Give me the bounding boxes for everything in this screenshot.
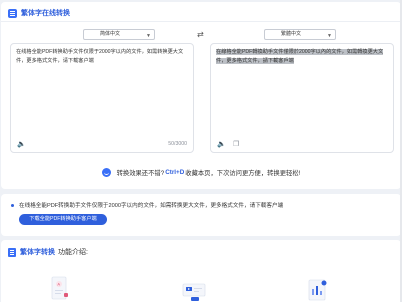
smile-icon: [101, 168, 111, 177]
features-title: 繁体字转换: [20, 249, 55, 256]
input-panel[interactable]: 在线格全能PDF转换助手文件仅限于2000字以内的文件，如需转换更大文件，更多格…: [10, 43, 194, 153]
char-count: 50/3000: [168, 141, 187, 147]
bullet-dot: [11, 204, 14, 207]
promo-shortcut: Ctrl+D: [165, 169, 185, 176]
promo-prefix: 转换效果还不错?: [116, 170, 165, 177]
video-illustration-icon: [182, 283, 206, 301]
output-panel: 在線格全能PDF轉換助手文件僅限於2000字以內的文件，如需轉換更大文件，更多格…: [210, 43, 394, 153]
target-language-select[interactable]: 繁體中文 ▼: [264, 29, 336, 40]
notice-text: 在线格全能PDF转换助手文件仅限于2000字以内的文件，如需转换更大文件，更多格…: [19, 203, 284, 209]
output-text: 在線格全能PDF轉換助手文件僅限於2000字以內的文件，如需轉換更大文件，更多格…: [216, 49, 384, 64]
doc-list-icon: [8, 247, 16, 257]
chevron-down-icon: ▼: [327, 33, 332, 39]
source-language-value: 简体中文: [100, 31, 121, 37]
chevron-down-icon: ▼: [146, 33, 151, 39]
copy-icon[interactable]: ❐: [233, 140, 239, 148]
chart-illustration-icon: [308, 279, 327, 301]
document-illustration-icon: A: [51, 276, 68, 300]
input-textarea[interactable]: 在线格全能PDF转换助手文件仅限于2000字以内的文件，如需转换更大文件，更多格…: [16, 48, 188, 66]
header-divider: [1, 21, 401, 22]
doc-list-icon: [8, 8, 17, 18]
notice-card: 在线格全能PDF转换助手文件仅限于2000字以内的文件，如需转换更大文件，更多格…: [1, 194, 401, 236]
download-client-button[interactable]: 下载全能PDF转换助手客户端: [19, 214, 107, 225]
features-subtitle: 功能介绍:: [58, 249, 88, 256]
speaker-icon[interactable]: 🔈: [17, 140, 26, 148]
target-language-value: 繁體中文: [281, 31, 302, 37]
svg-text:A: A: [57, 282, 60, 287]
converter-card: 繁体字在线转换 简体中文 ▼ ⇄ 繁體中文 ▼ 在线格全能PDF转换助手文件仅限…: [1, 2, 401, 189]
speaker-icon[interactable]: 🔈: [217, 140, 226, 148]
features-header: 繁体字转换 功能介绍:: [8, 247, 88, 257]
source-language-select[interactable]: 简体中文 ▼: [83, 29, 155, 40]
converter-header: 繁体字在线转换: [8, 8, 70, 18]
bookmark-promo: 转换效果还不错? Ctrl+D 收藏本页，下次访问更方便，转换更轻松!: [0, 168, 402, 177]
swap-icon[interactable]: ⇄: [197, 30, 204, 39]
converter-title: 繁体字在线转换: [21, 10, 70, 17]
promo-suffix: 收藏本页，下次访问更方便，转换更轻松!: [185, 170, 301, 177]
